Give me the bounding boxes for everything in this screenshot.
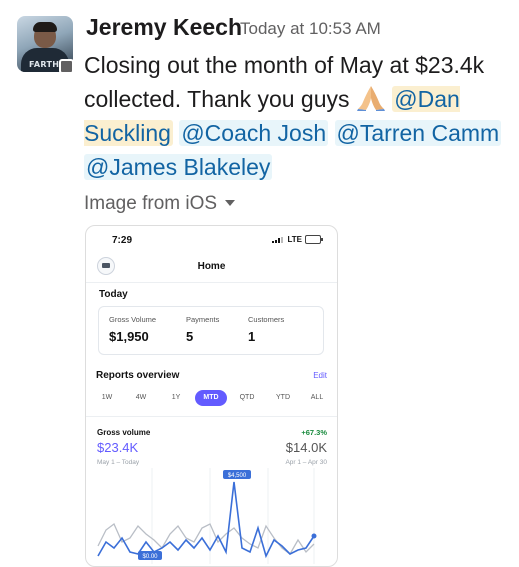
phone-status-bar: LTE [272, 235, 323, 244]
attachment-label[interactable]: Image from iOS [84, 193, 236, 215]
range-1y[interactable]: 1Y [163, 390, 189, 406]
metric-value: $1,950 [109, 329, 149, 344]
mention-tarren-camm[interactable]: @Tarren Camm [334, 120, 502, 146]
metric-value: 5 [186, 329, 194, 344]
author-name[interactable]: Jeremy Keech [86, 14, 242, 41]
metric-payments: Payments 5 [186, 315, 219, 344]
range-all[interactable]: ALL [304, 390, 330, 406]
today-metrics-card[interactable]: Gross Volume $1,950 Payments 5 Customers… [98, 306, 324, 355]
chart-end-point [311, 533, 317, 539]
previous-range: Apr 1 – Apr 30 [285, 459, 327, 466]
range-qtd[interactable]: QTD [234, 390, 260, 406]
gross-volume-chart[interactable]: $4,500 $0.00 [92, 468, 330, 564]
message-text: Closing out the month of May at $23.4k c… [84, 48, 504, 184]
signal-icon [272, 236, 284, 243]
attachment-label-text: Image from iOS [84, 193, 218, 214]
chevron-down-icon[interactable] [225, 200, 236, 206]
avatar-hair [33, 22, 57, 32]
message-timestamp[interactable]: Today at 10:53 AM [240, 19, 381, 39]
current-volume: $23.4K [97, 440, 139, 455]
battery-icon [305, 235, 323, 244]
low-tooltip-text: $0.00 [142, 554, 158, 560]
mention-james-blakeley[interactable]: @James Blakeley [84, 154, 273, 180]
metric-label: Gross Volume [109, 315, 157, 324]
range-ytd[interactable]: YTD [270, 390, 296, 406]
today-heading: Today [99, 289, 128, 300]
range-4w[interactable]: 4W [128, 390, 154, 406]
presence-icon [59, 59, 74, 74]
metric-customers: Customers 1 [248, 315, 284, 344]
metric-gross-volume: Gross Volume $1,950 [109, 315, 156, 344]
metric-label: Customers [248, 315, 285, 324]
peak-tooltip-text: $4,500 [228, 473, 247, 479]
gross-volume-label: Gross volume [97, 428, 151, 437]
network-label: LTE [287, 235, 302, 244]
phone-time: 7:29 [112, 235, 133, 246]
current-period-line [97, 481, 315, 559]
range-1w[interactable]: 1W [94, 390, 120, 406]
divider [86, 416, 337, 417]
range-mtd[interactable]: MTD [195, 390, 227, 406]
previous-volume: $14.0K [285, 440, 327, 455]
current-range: May 1 – Today [97, 459, 140, 466]
range-selector: 1W 4W 1Y MTD QTD YTD ALL [94, 390, 330, 406]
reports-heading: Reports overview [96, 370, 180, 381]
change-percent: +67.3% [301, 428, 327, 437]
folded-hands-icon [356, 86, 385, 111]
previous-period-line [97, 522, 315, 555]
attached-screenshot[interactable]: 7:29 LTE Home Today Gross Volume $1,950 … [85, 225, 338, 567]
divider [86, 282, 337, 283]
metric-value: 1 [248, 329, 256, 344]
mention-coach-josh[interactable]: @Coach Josh [179, 120, 329, 146]
phone-title: Home [197, 261, 226, 272]
edit-link[interactable]: Edit [313, 371, 327, 380]
metric-label: Payments [186, 315, 220, 324]
